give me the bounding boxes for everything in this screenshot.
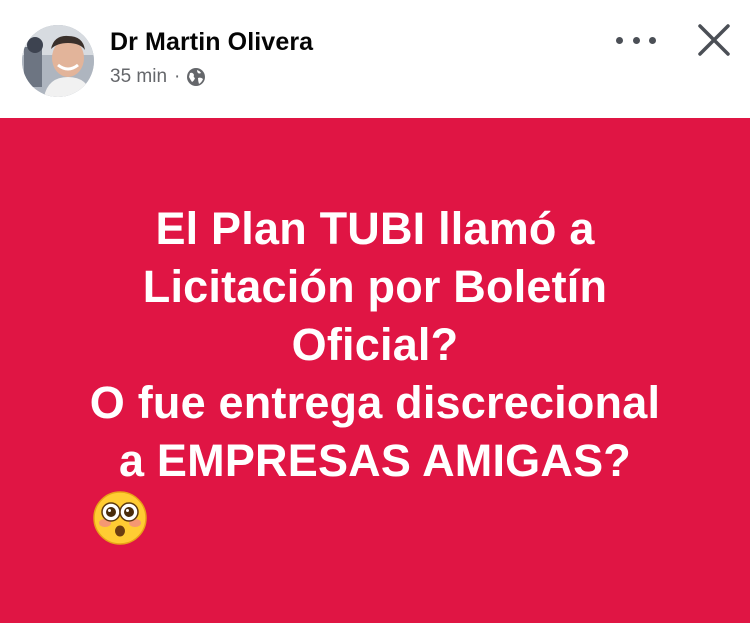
- post-text-line: El Plan TUBI llamó a: [155, 203, 595, 254]
- meta-separator: ·: [174, 66, 181, 87]
- author-name[interactable]: Dr Martin Olivera: [110, 28, 313, 57]
- post-time[interactable]: 35 min: [110, 66, 167, 88]
- close-icon[interactable]: [694, 20, 734, 60]
- more-dot: [632, 36, 640, 44]
- profile-photo: [22, 25, 94, 97]
- more-dot: [649, 36, 656, 44]
- post-meta: 35 min ·: [110, 66, 206, 88]
- post-header: Dr Martin Olivera 35 min ·: [0, 0, 750, 118]
- post-text-last-line: a EMPRESAS AMIGAS?: [90, 432, 660, 546]
- post-text-line: a EMPRESAS AMIGAS?: [118, 435, 631, 486]
- avatar[interactable]: [22, 25, 94, 97]
- facebook-post: Dr Martin Olivera 35 min · El Plan TUBI …: [0, 0, 750, 623]
- text-post-card: El Plan TUBI llamó a Licitación por Bole…: [0, 118, 750, 623]
- post-text-line: Oficial?: [291, 319, 459, 370]
- flushed-face-emoji: [92, 490, 148, 546]
- more-options-icon[interactable]: [616, 30, 656, 50]
- globe-icon[interactable]: [186, 67, 206, 87]
- more-dot: [616, 36, 623, 44]
- post-text-line: Licitación por Boletín: [142, 261, 608, 312]
- post-text-line: O fue entrega discrecional: [89, 377, 661, 428]
- post-text: El Plan TUBI llamó a Licitación por Bole…: [90, 200, 660, 546]
